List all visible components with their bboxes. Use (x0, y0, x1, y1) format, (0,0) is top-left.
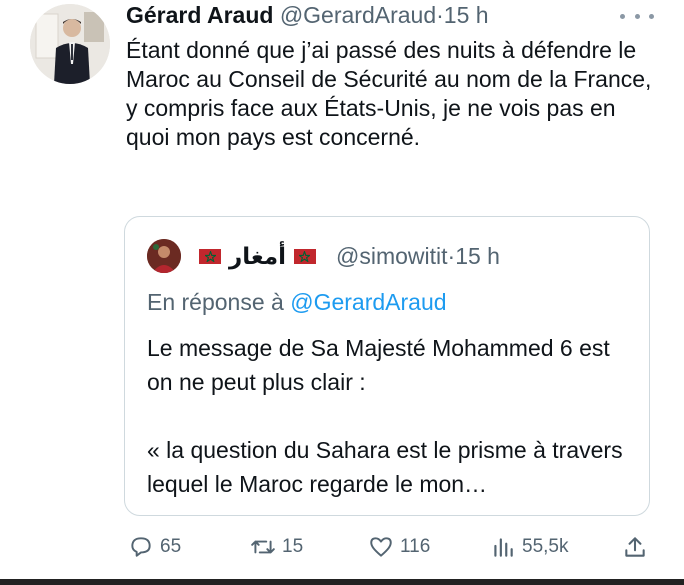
author-avatar[interactable] (30, 4, 110, 84)
heart-icon (370, 537, 392, 557)
quoted-author-name[interactable]: أمغار (229, 243, 286, 270)
reply-icon (131, 537, 151, 557)
bottom-edge (0, 579, 684, 585)
more-dots-icon[interactable] (620, 6, 654, 26)
views-count: 55,5k (522, 536, 569, 557)
retweet-icon (251, 540, 275, 554)
views-chart-icon (494, 538, 513, 557)
author-name[interactable]: Gérard Araud (126, 2, 273, 28)
quoted-tweet-time[interactable]: 15 h (455, 243, 500, 270)
views-button[interactable]: 55,5k (490, 534, 568, 560)
separator-dot: · (447, 242, 456, 269)
share-icon (625, 537, 645, 557)
share-button[interactable] (622, 534, 654, 560)
quoted-tweet[interactable]: أمغار @simowitit · 15 h En réponse à @Gera… (124, 216, 650, 516)
morocco-flag-icon (199, 248, 221, 264)
reply-prefix: En réponse à (147, 289, 284, 315)
retweet-button[interactable]: 15 (250, 534, 303, 560)
quoted-tweet-header: أمغار @simowitit · 15 h (147, 239, 500, 273)
tweet-header: Gérard Araud @GerardAraud·15 h (126, 2, 489, 32)
like-count: 116 (400, 536, 431, 557)
reply-button[interactable]: 65 (128, 534, 181, 560)
quoted-author-avatar[interactable] (147, 239, 181, 273)
reply-count: 65 (160, 536, 182, 557)
reply-context: En réponse à @GerardAraud (147, 289, 447, 316)
quoted-paragraph-2: « la question du Sahara est le prisme à … (147, 437, 623, 497)
tweet-text: Étant donné que j’ai passé des nuits à d… (126, 37, 652, 150)
tweet: Gérard Araud @GerardAraud·15 h Étant don… (0, 0, 684, 585)
author-handle[interactable]: @GerardAraud (280, 2, 436, 28)
action-bar: 65 15 116 55,5k (124, 530, 654, 566)
morocco-flag-icon (293, 248, 316, 264)
reply-handle-link[interactable]: @GerardAraud (290, 289, 446, 315)
quoted-author-handle[interactable]: @simowitit (336, 243, 448, 270)
quoted-paragraph-1: Le message de Sa Majesté Mohammed 6 est … (147, 335, 610, 395)
tweet-time[interactable]: 15 h (444, 2, 489, 28)
like-button[interactable]: 116 (368, 534, 430, 560)
separator-dot: · (436, 2, 444, 28)
quoted-tweet-text: Le message de Sa Majesté Mohammed 6 est … (147, 331, 627, 501)
retweet-count: 15 (282, 536, 304, 557)
